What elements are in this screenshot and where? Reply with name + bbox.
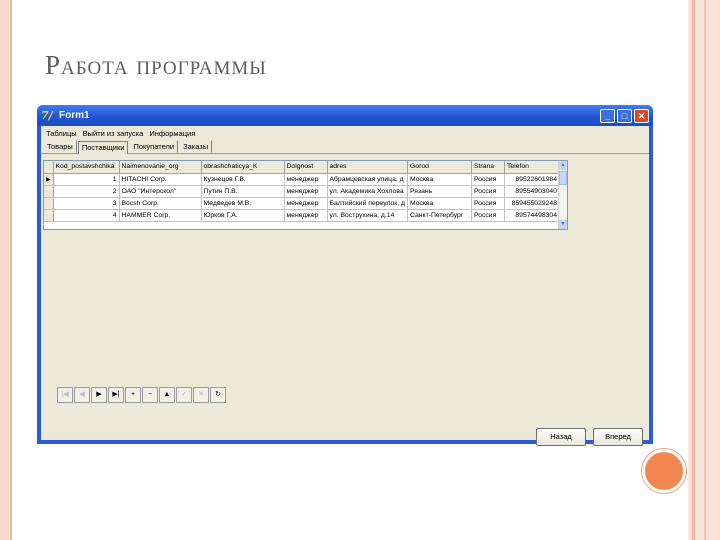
grid-cell[interactable]: менеджер [284,173,328,186]
table-row[interactable]: 2 ОАО "Интерскол" Путин П.В. менеджер ул… [44,185,560,198]
grid-cell[interactable]: Путин П.В. [201,185,285,198]
grid-cell[interactable]: 3 [53,197,120,210]
db-navigator: |◀ ◀ ▶ ▶| + − ▲ ✓ ✕ ↻ [57,387,227,403]
column-header[interactable]: obrashchaticya_K [201,161,285,174]
table-row[interactable]: 4 HAMMER Corp. Юрков Г.А. менеджер ул. В… [44,209,560,222]
first-record-button[interactable]: |◀ [57,387,73,403]
column-header[interactable]: Strana [471,161,505,174]
grid-cell[interactable]: 89522601984 [504,173,560,186]
grid-cell[interactable]: Россия [471,185,505,198]
minimize-button[interactable]: _ [600,108,615,123]
grid-cell[interactable]: 4 [53,209,120,222]
refresh-button[interactable]: ↻ [210,387,226,403]
menu-info[interactable]: Информация [146,129,198,138]
next-record-button[interactable]: ▶ [91,387,107,403]
grid-cell[interactable]: Медведев М.В. [201,197,285,210]
grid-cell[interactable]: менеджер [284,197,328,210]
menu-tables[interactable]: Таблицы [43,129,80,138]
grid-cell[interactable]: 1 [53,173,120,186]
edit-record-button[interactable]: ▲ [159,387,175,403]
grid-cell[interactable]: Россия [471,209,505,222]
grid-cell[interactable]: менеджер [284,209,328,222]
grid-cell[interactable]: Москва [407,173,472,186]
window-title: Form1 [59,110,90,121]
grid-cell[interactable]: Россия [471,197,505,210]
scroll-down-arrow-icon[interactable]: ▼ [559,220,567,229]
grid-cell[interactable]: Bocsh Corp. [119,197,202,210]
column-header[interactable]: Gorod [407,161,472,174]
row-indicator [44,185,54,198]
tab-orders[interactable]: Заказы [179,140,213,153]
window-client-area: Таблицы Выйти из запуска Информация Това… [41,126,649,446]
grid-cell[interactable]: 89554903040 [504,185,560,198]
column-header[interactable]: Dolgnost [284,161,328,174]
tab-strip: Товары Поставщики Покупатели Заказы [41,140,649,154]
app-window: 7/ Form1 _ □ ✕ Таблицы Выйти из запуска … [37,105,653,446]
grid-cell[interactable]: Москва [407,197,472,210]
grid-corner [44,161,54,174]
grid-cell[interactable]: Санкт-Петербург [407,209,472,222]
tab-suppliers[interactable]: Поставщики [77,141,129,154]
grid-cell[interactable]: менеджер [284,185,328,198]
table-row[interactable]: ▶ 1 HITACHI Corp. Кузнецов Г.В. менеджер… [44,173,560,186]
grid-cell[interactable]: Балтийский переулок, д [327,197,408,210]
right-decor-line [704,0,706,540]
column-header[interactable]: Naimenovanie_org [119,161,202,174]
grid-cell[interactable]: 859455029248 [504,197,560,210]
grid-vertical-scrollbar[interactable]: ▲ ▼ [558,161,567,229]
grid-cell[interactable]: ул. Академика Хохлова [327,185,408,198]
menu-bar: Таблицы Выйти из запуска Информация [41,126,649,140]
insert-record-button[interactable]: + [125,387,141,403]
forward-button[interactable]: Вперед [593,428,643,446]
row-indicator [44,209,54,222]
maximize-button[interactable]: □ [617,108,632,123]
current-row-indicator: ▶ [44,173,54,186]
grid-cell[interactable]: Абрамцевская улица, д [327,173,408,186]
orange-circle-decor [642,449,686,493]
grid-cell[interactable]: 89574498304 [504,209,560,222]
post-record-button[interactable]: ✓ [176,387,192,403]
last-record-button[interactable]: ▶| [108,387,124,403]
grid-cell[interactable]: Юрков Г.А. [201,209,285,222]
grid-header-row: Kod_postavshchika Naimenovanie_org obras… [44,161,560,174]
grid-cell[interactable]: ОАО "Интерскол" [119,185,202,198]
grid-cell[interactable]: HAMMER Corp. [119,209,202,222]
scroll-up-arrow-icon[interactable]: ▲ [559,161,567,170]
tab-customers[interactable]: Покупатели [129,140,179,153]
left-decor-stripe [0,0,9,540]
suppliers-grid[interactable]: Kod_postavshchika Naimenovanie_org obras… [43,160,568,230]
back-button[interactable]: Назад [536,428,586,446]
grid-cell[interactable]: Кузнецов Г.В. [201,173,285,186]
slide-title: Работа программы [45,50,267,80]
grid-cell[interactable]: Россия [471,173,505,186]
grid-cell[interactable]: Рязань [407,185,472,198]
cancel-edit-button[interactable]: ✕ [193,387,209,403]
column-header[interactable]: Kod_postavshchika [53,161,120,174]
right-decor-line [692,0,695,540]
window-titlebar[interactable]: 7/ Form1 _ □ ✕ [37,105,653,126]
scroll-thumb[interactable] [559,171,567,185]
close-button[interactable]: ✕ [634,108,649,123]
delphi-app-icon: 7/ [41,108,53,122]
table-row[interactable]: 3 Bocsh Corp. Медведев М.В. менеджер Бал… [44,197,560,210]
tab-products[interactable]: Товары [43,140,77,153]
grid-cell[interactable]: ул. Вострухина, д.14 [327,209,408,222]
prior-record-button[interactable]: ◀ [74,387,90,403]
left-decor-line [10,0,12,540]
grid-cell[interactable]: HITACHI Corp. [119,173,202,186]
column-header[interactable]: adres [327,161,408,174]
menu-exit[interactable]: Выйти из запуска [80,129,147,138]
grid-cell[interactable]: 2 [53,185,120,198]
column-header[interactable]: Telefon [504,161,560,174]
delete-record-button[interactable]: − [142,387,158,403]
row-indicator [44,197,54,210]
